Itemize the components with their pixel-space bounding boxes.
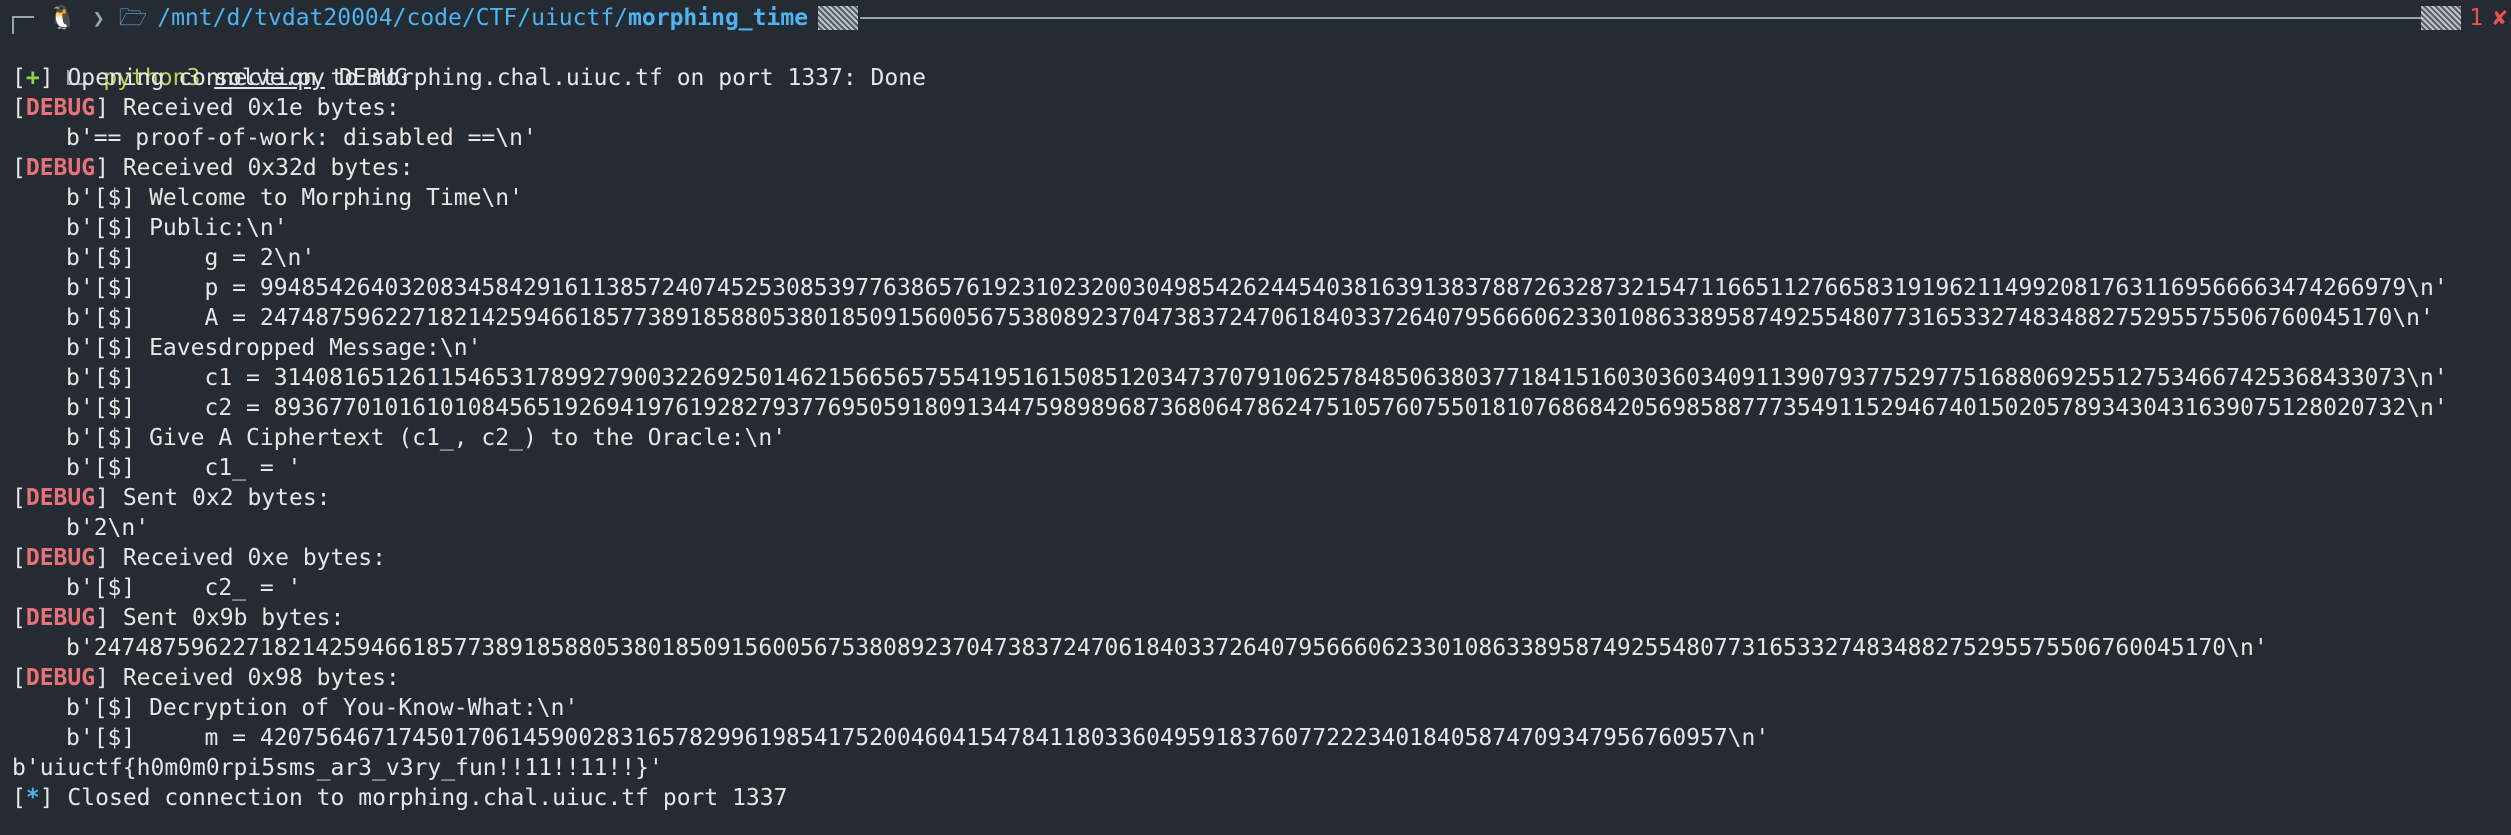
output-text: b'[$] c1_ = '	[66, 455, 302, 481]
tag-bracket-open: [	[12, 485, 26, 511]
output-text: Closed connection to morphing.chal.uiuc.…	[53, 785, 788, 811]
tag-bracket-open: [	[12, 545, 26, 571]
prompt-fade-right	[2421, 6, 2462, 30]
output-text: b'[$] Public:\n'	[66, 215, 288, 241]
output-line: b'[$] Give A Ciphertext (c1_, c2_) to th…	[12, 423, 2511, 453]
output-line: b'[$] c2 = 89367701016101084565192694197…	[12, 393, 2511, 423]
output-text: b'[$] Decryption of You-Know-What:\n'	[66, 695, 579, 721]
output-line: b'[$] Eavesdropped Message:\n'	[12, 333, 2511, 363]
log-tag-debug: DEBUG	[25, 665, 96, 691]
output-line: b'[$] Welcome to Morphing Time\n'	[12, 183, 2511, 213]
command-line[interactable]: python3 solve.py DEBUG	[12, 33, 2511, 91]
terminal-output: [+] Opening connection to morphing.chal.…	[12, 63, 2511, 813]
tag-bracket-close: ]	[39, 65, 54, 91]
log-tag-debug: DEBUG	[25, 545, 96, 571]
output-line: b'[$] g = 2\n'	[12, 243, 2511, 273]
output-text: b'[$] c2_ = '	[66, 575, 302, 601]
output-line: [DEBUG] Received 0x1e bytes:	[12, 93, 2511, 123]
output-line: b'[$] c2_ = '	[12, 573, 2511, 603]
tux-icon: 🐧	[48, 5, 77, 31]
output-line: b'24748759622718214259466185773891858805…	[12, 633, 2511, 663]
output-line: b'uiuctf{h0m0m0rpi5sms_ar3_v3ry_fun!!11!…	[12, 753, 2511, 783]
prompt-fade-left	[818, 6, 859, 30]
output-text: b'uiuctf{h0m0m0rpi5sms_ar3_v3ry_fun!!11!…	[12, 755, 663, 781]
tag-bracket-close: ]	[39, 785, 54, 811]
output-line: b'[$] c1 = 31408165126115465317899279003…	[12, 363, 2511, 393]
output-line: b'[$] c1_ = '	[12, 453, 2511, 483]
log-tag-debug: DEBUG	[25, 95, 96, 121]
output-line: b'[$] m = 420756467174501706145900283165…	[12, 723, 2511, 753]
prompt-fill-line	[860, 17, 2422, 19]
tag-bracket-open: [	[12, 605, 26, 631]
path-prefix: /mnt/d/tvdat20004/code/CTF/uiuctf/	[157, 5, 629, 31]
output-text: Received 0x98 bytes:	[108, 665, 400, 691]
output-line: [DEBUG] Sent 0x2 bytes:	[12, 483, 2511, 513]
folder-icon: 🗁	[118, 5, 148, 31]
tag-bracket-close: ]	[95, 545, 109, 571]
output-text: b'24748759622718214259466185773891858805…	[66, 635, 2268, 661]
output-text: Sent 0x9b bytes:	[108, 605, 345, 631]
tag-bracket-open: [	[12, 65, 26, 91]
terminal-window[interactable]: 🐧 ❯ 🗁 /mnt/d/tvdat20004/code/CTF/uiuctf/…	[0, 0, 2511, 835]
output-line: b'2\n'	[12, 513, 2511, 543]
tag-bracket-open: [	[12, 155, 26, 181]
tag-bracket-close: ]	[95, 155, 109, 181]
output-text: b'[$] Welcome to Morphing Time\n'	[66, 185, 523, 211]
log-tag-debug: DEBUG	[25, 155, 96, 181]
log-tag-debug: DEBUG	[25, 605, 96, 631]
output-line: b'[$] p = 994854264032083458429161138572…	[12, 273, 2511, 303]
output-text: Received 0xe bytes:	[108, 545, 386, 571]
output-text: b'[$] A = 247487596227182142594661857738…	[66, 305, 2434, 331]
output-text: Received 0x32d bytes:	[108, 155, 414, 181]
tag-bracket-open: [	[12, 785, 26, 811]
tag-bracket-open: [	[12, 95, 26, 121]
log-tag-star: *	[25, 785, 40, 811]
prompt-corner-top	[12, 16, 34, 34]
output-text: b'[$] c1 = 31408165126115465317899279003…	[66, 365, 2448, 391]
output-text: b'2\n'	[66, 515, 150, 541]
path-current-dir: morphing_time	[628, 5, 809, 31]
log-tag-debug: DEBUG	[25, 485, 96, 511]
output-text: b'[$] m = 420756467174501706145900283165…	[66, 725, 1770, 751]
output-line: b'[$] A = 247487596227182142594661857738…	[12, 303, 2511, 333]
output-line: [+] Opening connection to morphing.chal.…	[12, 63, 2511, 93]
output-text: b'[$] c2 = 89367701016101084565192694197…	[66, 395, 2448, 421]
tag-bracket-close: ]	[95, 665, 109, 691]
output-line: b'[$] Decryption of You-Know-What:\n'	[12, 693, 2511, 723]
exit-code: 1	[2469, 5, 2484, 31]
output-text: b'[$] p = 994854264032083458429161138572…	[66, 275, 2448, 301]
tag-bracket-close: ]	[95, 95, 109, 121]
output-text: b'[$] Eavesdropped Message:\n'	[66, 335, 482, 361]
output-text: Sent 0x2 bytes:	[108, 485, 331, 511]
tag-bracket-open: [	[12, 665, 26, 691]
output-line: [*] Closed connection to morphing.chal.u…	[12, 783, 2511, 813]
output-line: b'[$] Public:\n'	[12, 213, 2511, 243]
output-line: [DEBUG] Sent 0x9b bytes:	[12, 603, 2511, 633]
output-line: [DEBUG] Received 0xe bytes:	[12, 543, 2511, 573]
output-text: Opening connection to morphing.chal.uiuc…	[53, 65, 926, 91]
chevron-right-icon: ❯	[92, 6, 105, 30]
cross-icon: ✘	[2493, 5, 2507, 31]
output-line: [DEBUG] Received 0x32d bytes:	[12, 153, 2511, 183]
output-text: b'[$] g = 2\n'	[66, 245, 316, 271]
output-text: b'[$] Give A Ciphertext (c1_, c2_) to th…	[66, 425, 787, 451]
tag-bracket-close: ]	[95, 485, 109, 511]
tag-bracket-close: ]	[95, 605, 109, 631]
output-line: b'== proof-of-work: disabled ==\n'	[12, 123, 2511, 153]
prompt-header: 🐧 ❯ 🗁 /mnt/d/tvdat20004/code/CTF/uiuctf/…	[12, 3, 2511, 34]
output-text: b'== proof-of-work: disabled ==\n'	[66, 125, 537, 151]
output-line: [DEBUG] Received 0x98 bytes:	[12, 663, 2511, 693]
output-text: Received 0x1e bytes:	[108, 95, 400, 121]
log-tag-plus: +	[25, 65, 40, 91]
